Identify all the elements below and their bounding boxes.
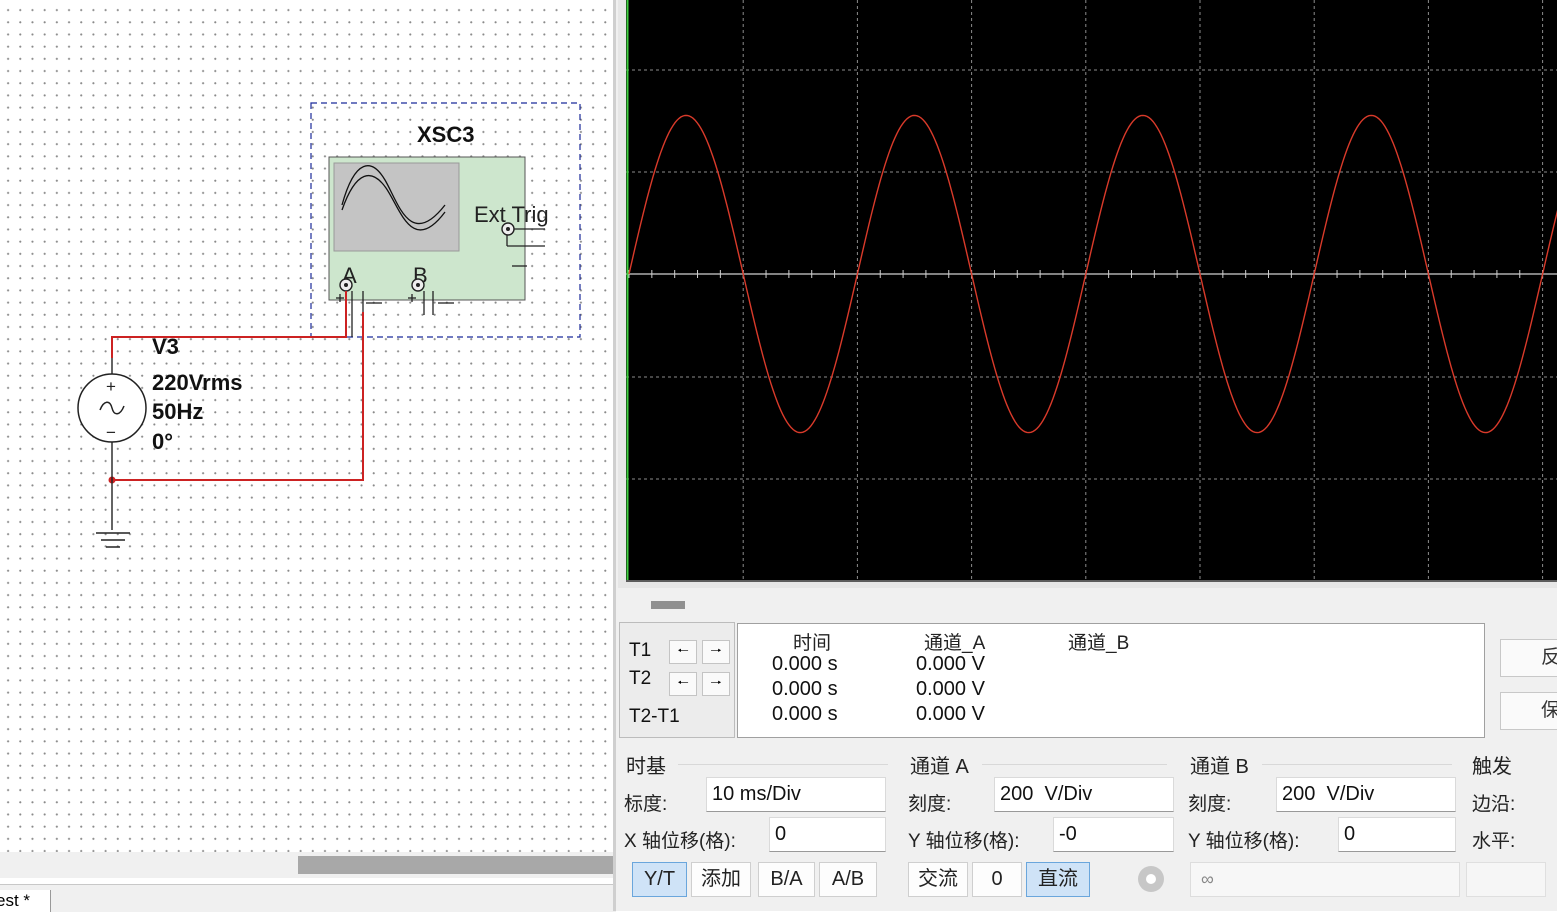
schematic-canvas[interactable]: XSC3 Ext Trig A B + − V3 220Vrms 50Hz 0° [0,0,616,911]
t1-right-button[interactable]: 🠒 [702,640,730,664]
channel-a-zero-button[interactable]: 0 [972,862,1022,897]
channel-a-title: 通道 A [910,756,969,778]
channel-b-y-position-label: Y 轴位移(格): [1188,831,1300,852]
yt-mode-button[interactable]: Y/T [632,862,687,897]
x-position-label: X 轴位移(格): [624,831,736,852]
svg-text:+: + [106,377,116,396]
t2-t1-label: T2-T1 [629,706,680,727]
save-button[interactable]: 保 [1500,692,1557,730]
channel-b-coupling-buttons[interactable]: ∞ [1190,862,1460,897]
t2-right-button[interactable]: 🠒 [702,672,730,696]
channel-a-ac-button[interactable]: 交流 [908,862,968,897]
col-header-channel-b: 通道_B [1068,633,1130,654]
t1-time-value: 0.000 s [772,653,838,675]
delta-channel-a-value: 0.000 V [916,703,985,725]
t2-time-value: 0.000 s [772,678,838,700]
panel-resize-handle[interactable] [651,601,685,609]
delta-time-value: 0.000 s [772,703,838,725]
source-voltage: 220Vrms [152,370,243,395]
channel-b-title: 通道 B [1190,756,1249,778]
timebase-scale-label: 标度: [624,794,668,815]
timebase-scale-field[interactable]: 10 ms/Div [706,777,886,812]
infinity-icon: ∞ [1201,869,1214,889]
ground-symbol[interactable] [96,532,130,548]
scope-screen[interactable] [626,0,1557,582]
channel-a-scale-label: 刻度: [908,794,952,815]
svg-text:−: − [106,423,116,442]
trigger-edge-label: 边沿: [1472,794,1516,815]
ab-mode-button[interactable]: A/B [819,862,877,897]
t1-left-button[interactable]: 🠐 [669,640,697,664]
design-tab[interactable]: est * [0,890,51,912]
reverse-button[interactable]: 反 [1500,639,1557,677]
trigger-level-label: 水平: [1472,831,1516,852]
channel-a-dc-button[interactable]: 直流 [1026,862,1090,897]
ba-mode-button[interactable]: B/A [758,862,815,897]
cursor-readout-table: 时间 通道_A 通道_B 0.000 s 0.000 s 0.000 s 0.0… [737,623,1485,738]
schematic-drawing: XSC3 Ext Trig A B + − V3 220Vrms 50Hz 0° [77,102,581,548]
scope-screen-frame [618,0,1557,588]
scrollbar-thumb[interactable] [298,856,616,874]
oscilloscope-window: T1 T2 T2-T1 🠐 🠒 🠐 🠒 时间 通道_A 通道_B 0.000 s… [613,0,1557,911]
design-tab-strip: est * [0,884,616,912]
scope-display [626,0,1557,582]
channel-a-y-position-field[interactable]: -0 [1053,817,1174,852]
channel-b-scale-label: 刻度: [1188,794,1232,815]
col-header-channel-a: 通道_A [924,633,986,654]
cursor-controls: T1 T2 T2-T1 🠐 🠒 🠐 🠒 [619,622,735,738]
t2-label: T2 [629,668,652,689]
source-frequency: 50Hz [152,399,203,424]
x-position-field[interactable]: 0 [769,817,886,852]
canvas-horizontal-scrollbar[interactable] [0,852,616,878]
t2-channel-a-value: 0.000 V [916,678,985,700]
timebase-title: 时基 [626,756,666,778]
t1-channel-a-value: 0.000 V [916,653,985,675]
col-header-time: 时间 [793,633,832,654]
add-mode-button[interactable]: 添加 [691,862,751,897]
source-name: V3 [152,334,179,359]
scope-component-name: XSC3 [417,122,474,147]
channel-a-scale-field[interactable]: 200 V/Div [994,777,1174,812]
trigger-title: 触发 [1472,756,1512,778]
source-phase: 0° [152,429,173,454]
channel-a-y-position-label: Y 轴位移(格): [908,831,1020,852]
channel-b-y-position-field[interactable]: 0 [1338,817,1456,852]
t2-left-button[interactable]: 🠐 [669,672,697,696]
channel-b-scale-field[interactable]: 200 V/Div [1276,777,1456,812]
channel-a-radio-icon[interactable] [1138,866,1164,892]
t1-label: T1 [629,640,652,661]
trigger-buttons[interactable] [1466,862,1546,897]
